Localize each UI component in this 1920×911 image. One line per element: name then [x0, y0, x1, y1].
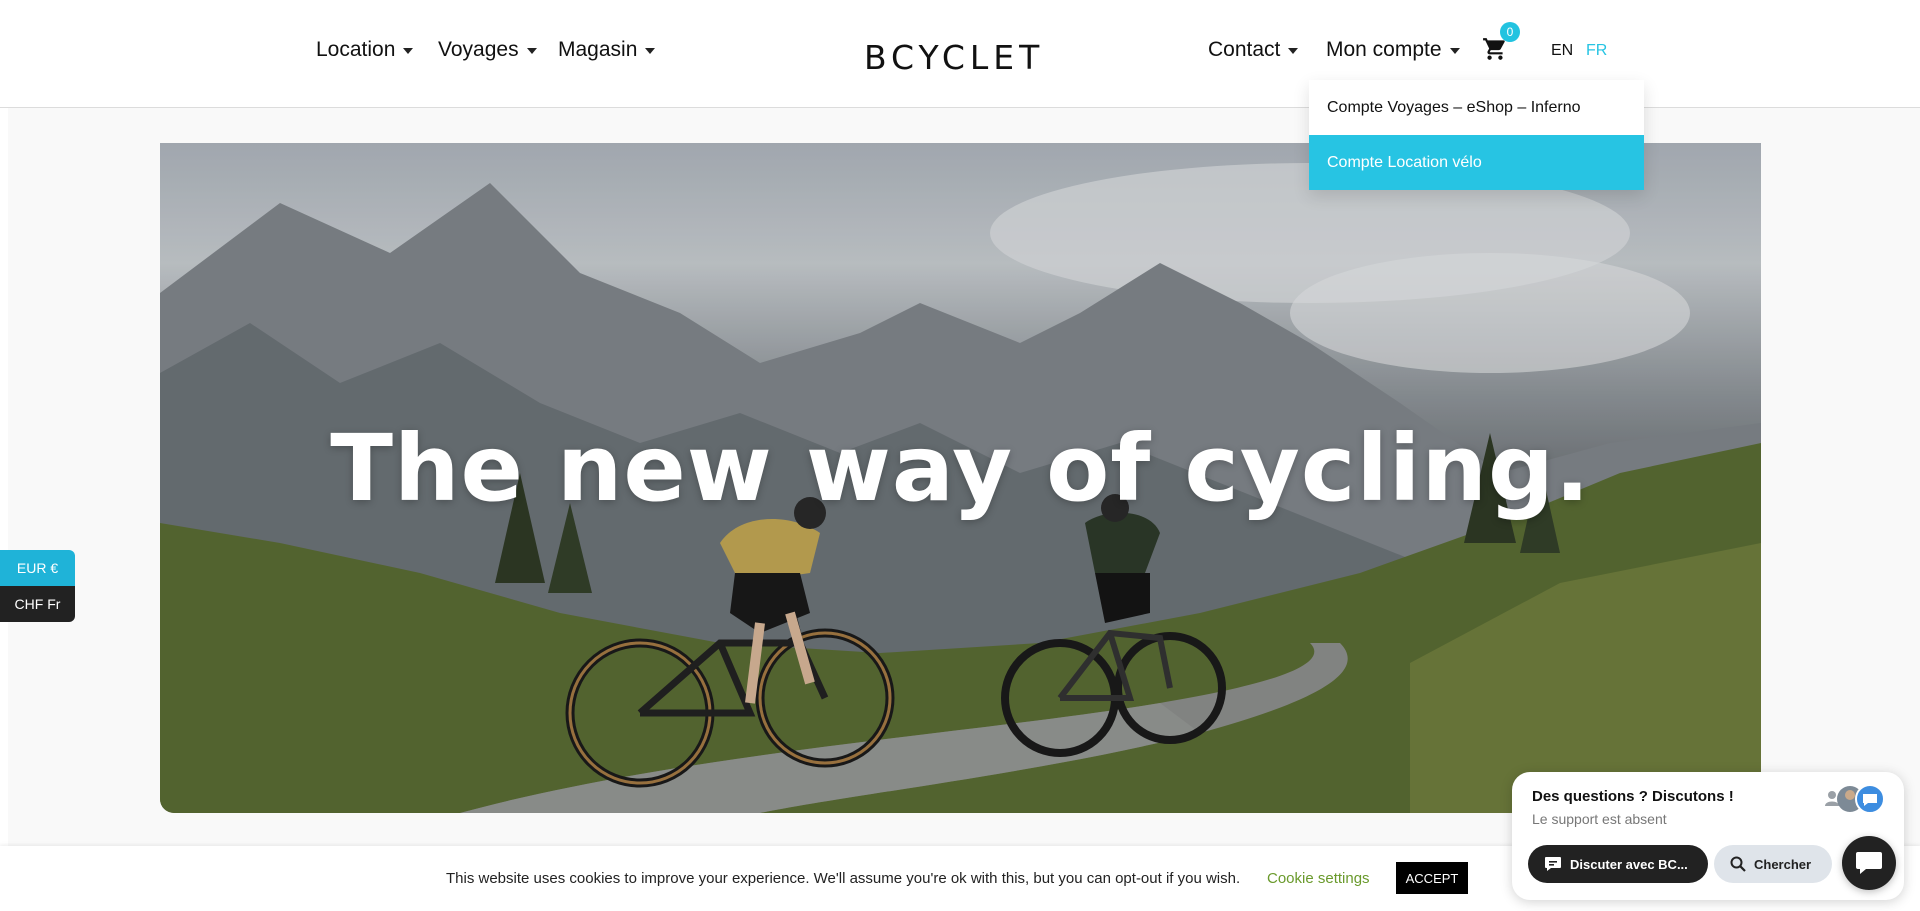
hero-title: The new way of cycling. [330, 415, 1591, 522]
chat-launcher-button[interactable] [1842, 836, 1896, 890]
lang-en[interactable]: EN [1551, 42, 1573, 60]
menu-item-compte-voyages[interactable]: Compte Voyages – eShop – Inferno [1309, 80, 1644, 135]
chat-start-label: Discuter avec BC... [1570, 856, 1688, 872]
hero-banner: The new way of cycling. [160, 143, 1761, 813]
chat-avatars [1820, 784, 1890, 814]
nav-contact-label: Contact [1208, 38, 1281, 61]
nav-location[interactable]: Location [316, 38, 414, 62]
nav-magasin-label: Magasin [558, 38, 638, 61]
caret-down-icon [1449, 48, 1460, 54]
chat-icon [1856, 852, 1882, 874]
nav-voyages[interactable]: Voyages [438, 38, 537, 62]
chat-search-label: Chercher [1754, 856, 1812, 872]
caret-down-icon [1288, 48, 1299, 54]
nav-mon-compte[interactable]: Mon compte [1326, 38, 1460, 62]
nav-mon-compte-label: Mon compte [1326, 38, 1442, 61]
chat-title: Des questions ? Discutons ! [1532, 788, 1734, 805]
menu-item-compte-location[interactable]: Compte Location vélo [1309, 135, 1644, 190]
caret-down-icon [403, 48, 414, 54]
currency-chf-button[interactable]: CHF Fr [0, 586, 75, 622]
lang-fr[interactable]: FR [1586, 42, 1607, 60]
person-icon [1825, 791, 1839, 806]
account-dropdown: Compte Voyages – eShop – Inferno Compte … [1309, 80, 1644, 190]
chat-widget: Des questions ? Discutons ! Le support e… [1512, 772, 1904, 900]
nav-contact[interactable]: Contact [1208, 38, 1299, 62]
chat-status: Le support est absent [1532, 811, 1667, 827]
side-strip [0, 108, 8, 848]
nav-location-label: Location [316, 38, 396, 61]
currency-eur-button[interactable]: EUR € [0, 550, 75, 586]
message-icon [1545, 857, 1561, 871]
cookie-accept-button[interactable]: ACCEPT [1396, 862, 1468, 894]
site-logo[interactable]: BCYCLET [864, 38, 1044, 77]
caret-down-icon [645, 48, 656, 54]
nav-magasin[interactable]: Magasin [558, 38, 656, 62]
cookie-message: This website uses cookies to improve you… [446, 870, 1241, 887]
cart-count-badge: 0 [1500, 22, 1520, 42]
search-icon [1730, 856, 1746, 872]
nav-voyages-label: Voyages [438, 38, 519, 61]
chat-start-button[interactable]: Discuter avec BC... [1528, 845, 1708, 883]
caret-down-icon [526, 48, 537, 54]
cookie-settings-link[interactable]: Cookie settings [1267, 870, 1370, 887]
chat-search-button[interactable]: Chercher [1714, 845, 1832, 883]
